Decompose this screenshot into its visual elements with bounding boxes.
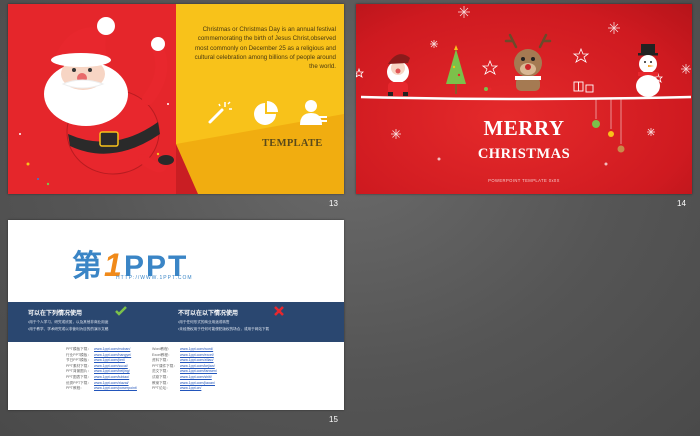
slide-number-13: 13: [329, 199, 338, 208]
slide-number-14: 14: [677, 199, 686, 208]
slide-15-thumbnail[interactable]: 第 1 PPT HTTP://WWW.1PPT.COM 可以在下列情况使用 •用…: [8, 220, 344, 410]
slide-14-thumbnail[interactable]: MERRY CHRISTMAS POWERPOINT TEMPLATE 0x0X: [356, 4, 692, 194]
resource-link[interactable]: www.1ppt.com/xiazai/: [94, 381, 129, 385]
christmas-tree-icon: [446, 45, 466, 94]
forbidden-use-line-1: •用于任何形式的商业用途或转售: [178, 320, 230, 324]
resource-link[interactable]: www.1ppt.cn/: [180, 386, 201, 390]
pie-chart-icon: [254, 101, 278, 125]
snowman-character-icon: [636, 44, 660, 97]
resource-link[interactable]: www.1ppt.com/word/: [180, 347, 213, 351]
cross-icon: [274, 306, 284, 316]
reindeer-character-icon: [504, 33, 552, 91]
feature-icons-row: [202, 96, 338, 130]
usage-info-band: 可以在下列情况使用 •用于个人学习、研究或欣赏，以及其他非商业用途 •用于教学、…: [8, 302, 344, 342]
santa-character-icon: [387, 54, 410, 96]
intro-paragraph: Christmas or Christmas Day is an annual …: [194, 26, 336, 71]
resource-link-label: PPT教程：: [66, 386, 84, 391]
resource-link[interactable]: www.1ppt.com/kejian/: [180, 364, 215, 368]
resource-links-left: PPT模板下载： www.1ppt.com/moban/行业PPT模板： www.1…: [66, 347, 137, 392]
forbidden-use-line-2: •未经授权用于任何可能侵犯版权的场合，或用于网站下载: [178, 327, 270, 331]
resource-link-row: PPT论坛： www.1ppt.cn/: [152, 386, 217, 392]
forbidden-use-title: 不可以在以下情况使用: [178, 311, 239, 317]
resource-link[interactable]: www.1ppt.com/shiti/: [180, 375, 212, 379]
resource-link[interactable]: www.1ppt.com/sucai/: [94, 364, 128, 368]
resource-link[interactable]: www.1ppt.com/beijing/: [94, 369, 130, 373]
slide-13-thumbnail[interactable]: Christmas or Christmas Day is an annual …: [8, 4, 344, 194]
logo-url: HTTP://WWW.1PPT.COM: [116, 275, 193, 281]
slide-number-15: 15: [329, 415, 338, 424]
allowed-use-line-2: •用于教学、学术研究或以非营利为目的的演示文稿: [28, 327, 109, 331]
merry-heading: MERRY: [483, 116, 565, 140]
resource-links-right: Word教程： www.1ppt.com/word/Excel教程： www.1pp…: [152, 347, 217, 392]
resource-link[interactable]: www.1ppt.com/powerpoint/: [94, 386, 137, 390]
template-label: TEMPLATE: [262, 138, 323, 149]
check-icon: [115, 306, 127, 316]
resource-link[interactable]: www.1ppt.com/hangye/: [94, 353, 131, 357]
resource-link[interactable]: www.1ppt.com/tubiao/: [94, 375, 129, 379]
santa-illustration: [19, 17, 174, 186]
magic-wand-icon: [208, 101, 232, 124]
resource-link[interactable]: www.1ppt.com/jiaoan/: [180, 381, 215, 385]
christmas-characters-illustration: [356, 6, 692, 166]
allowed-use-title: 可以在下列情况使用: [28, 311, 83, 317]
christmas-heading: CHRISTMAS: [477, 146, 571, 162]
resource-link-label: PPT论坛：: [152, 386, 170, 391]
allowed-use-line-1: •用于个人学习、研究或欣赏，以及其他非商业用途: [28, 320, 109, 324]
template-subtitle: POWERPOINT TEMPLATE 0x0X: [488, 178, 560, 183]
svg-text:第: 第: [72, 249, 102, 282]
resource-link-row: PPT教程： www.1ppt.com/powerpoint/: [66, 386, 137, 392]
resource-link[interactable]: www.1ppt.com/excel/: [180, 353, 214, 357]
resource-link[interactable]: www.1ppt.com/moban/: [94, 347, 130, 351]
user-icon: [300, 100, 327, 125]
resource-link[interactable]: www.1ppt.com/jieri/: [94, 358, 125, 362]
resource-link[interactable]: www.1ppt.com/fanwen/: [180, 369, 217, 373]
gift-box-icon: [573, 81, 594, 93]
resource-link[interactable]: www.1ppt.com/ziliao/: [180, 358, 214, 362]
